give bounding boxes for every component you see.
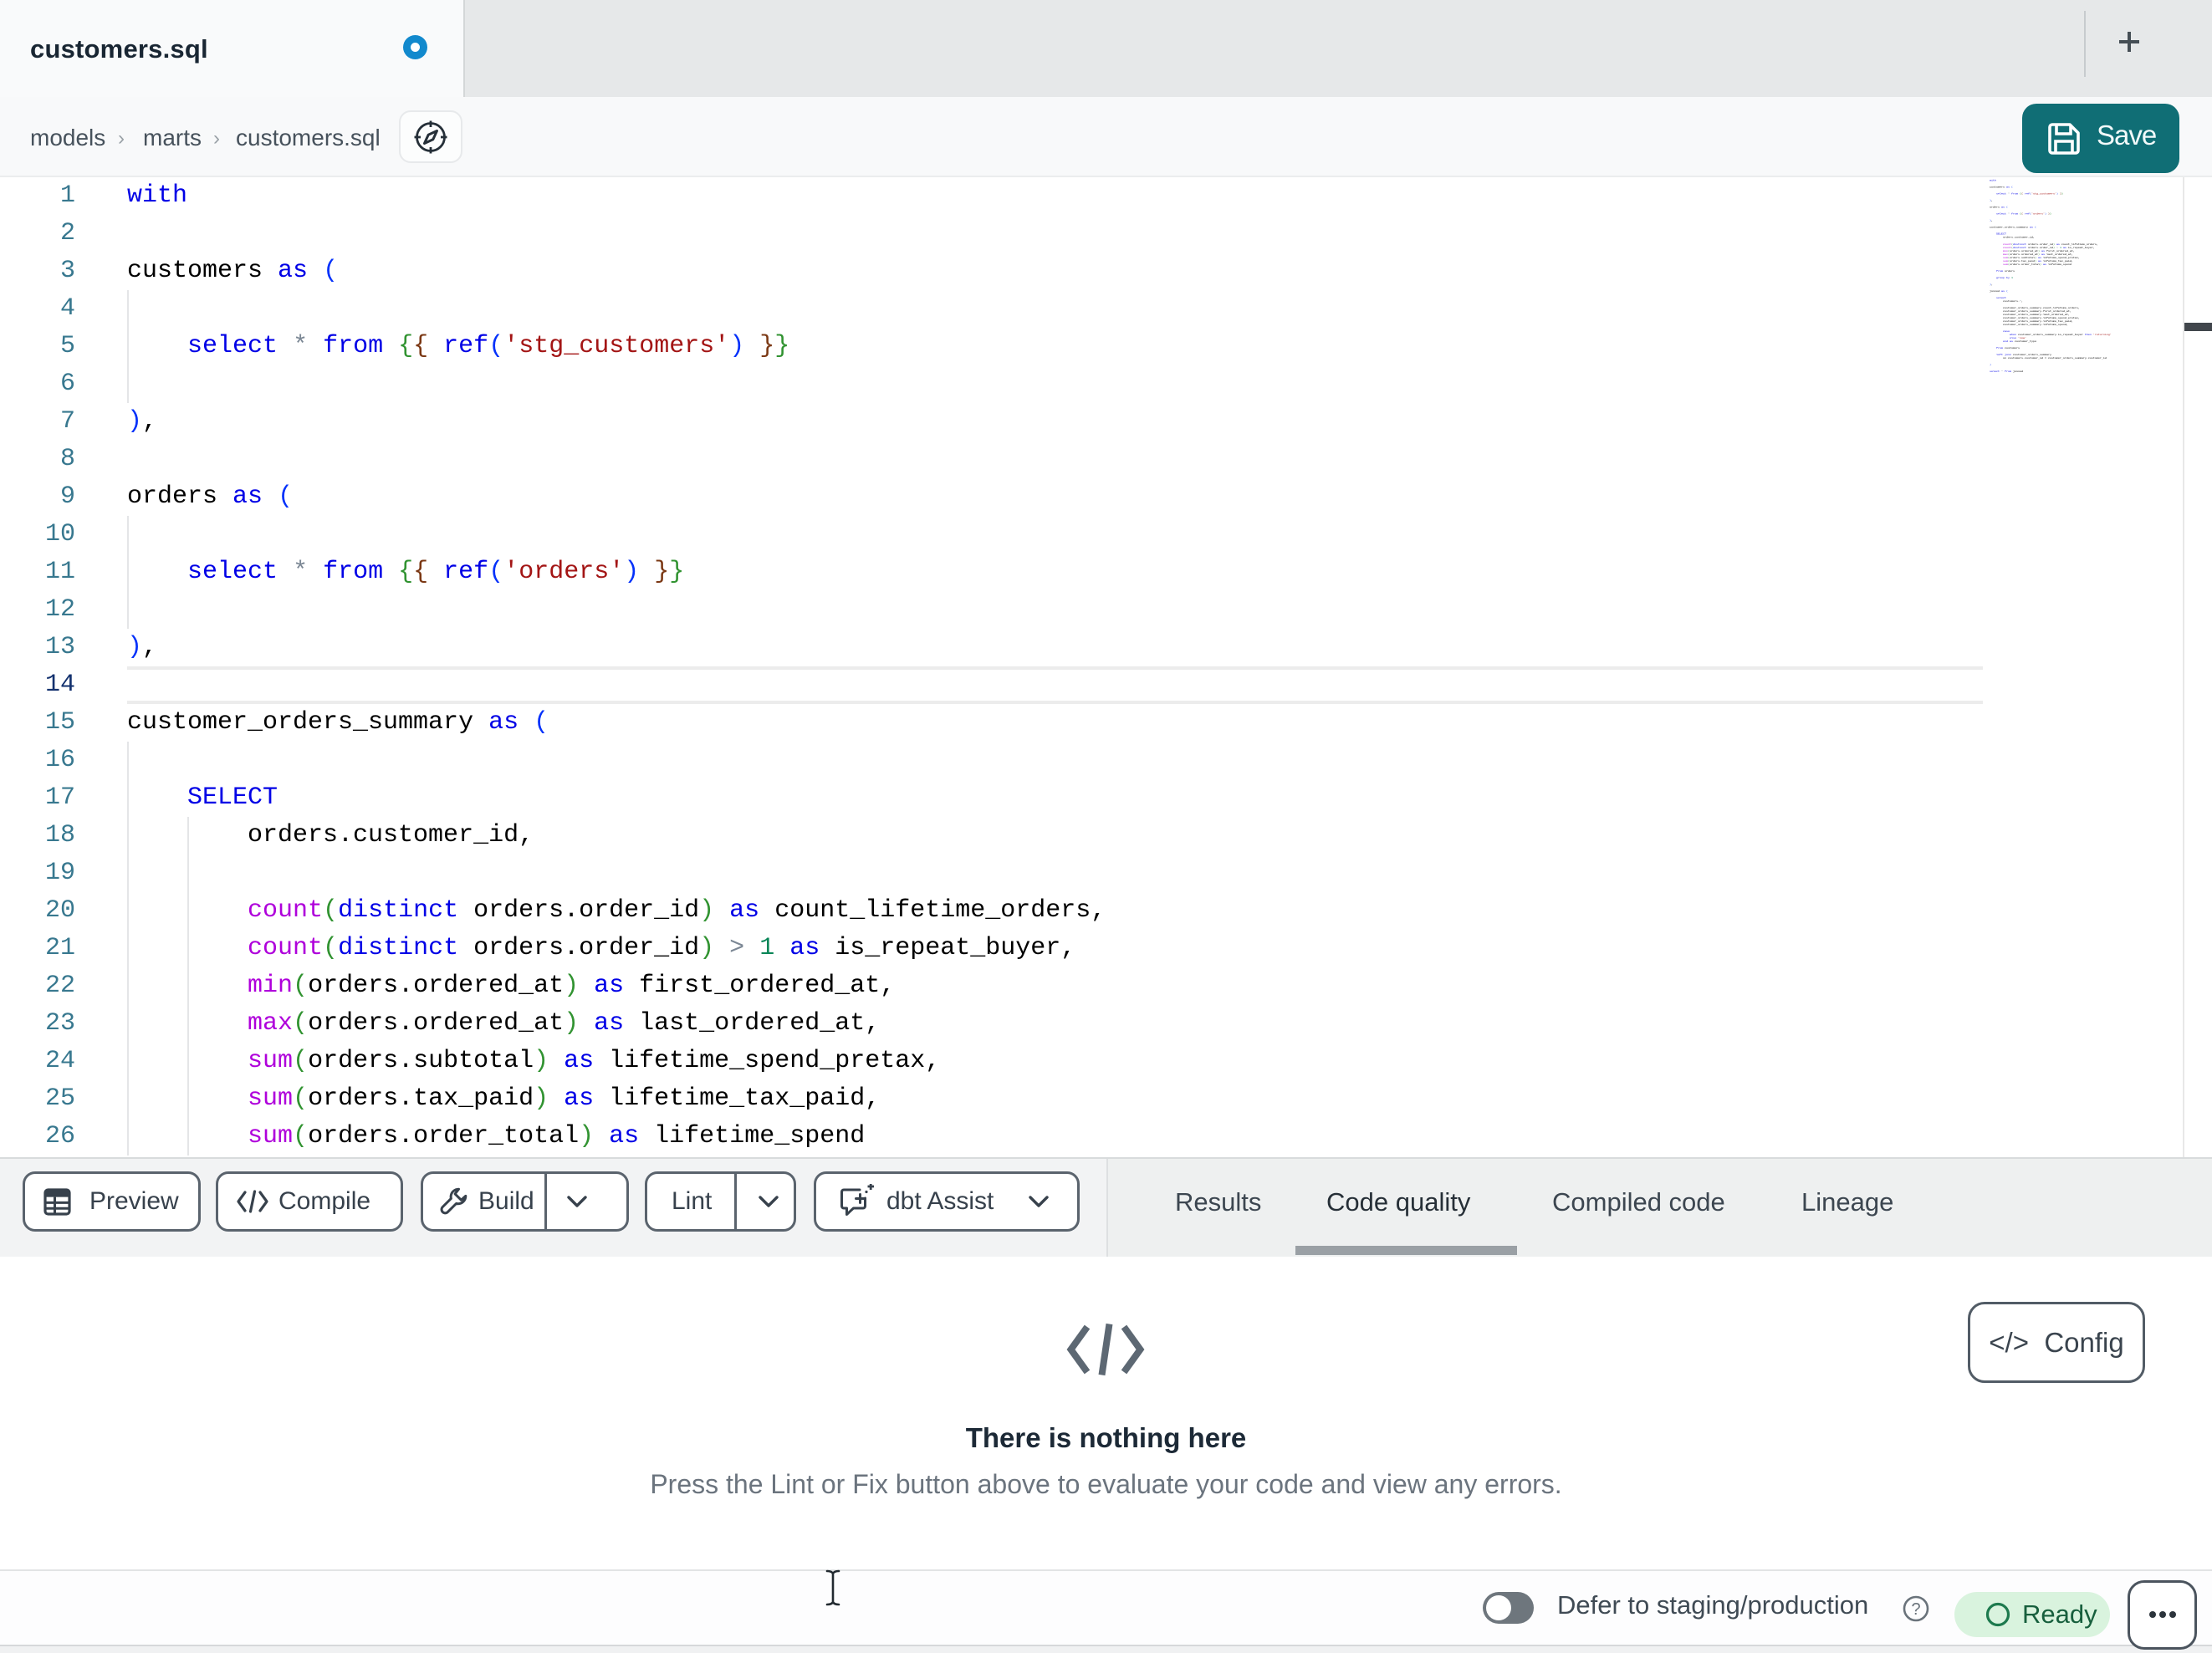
svg-text:?: ? xyxy=(1911,1600,1920,1619)
